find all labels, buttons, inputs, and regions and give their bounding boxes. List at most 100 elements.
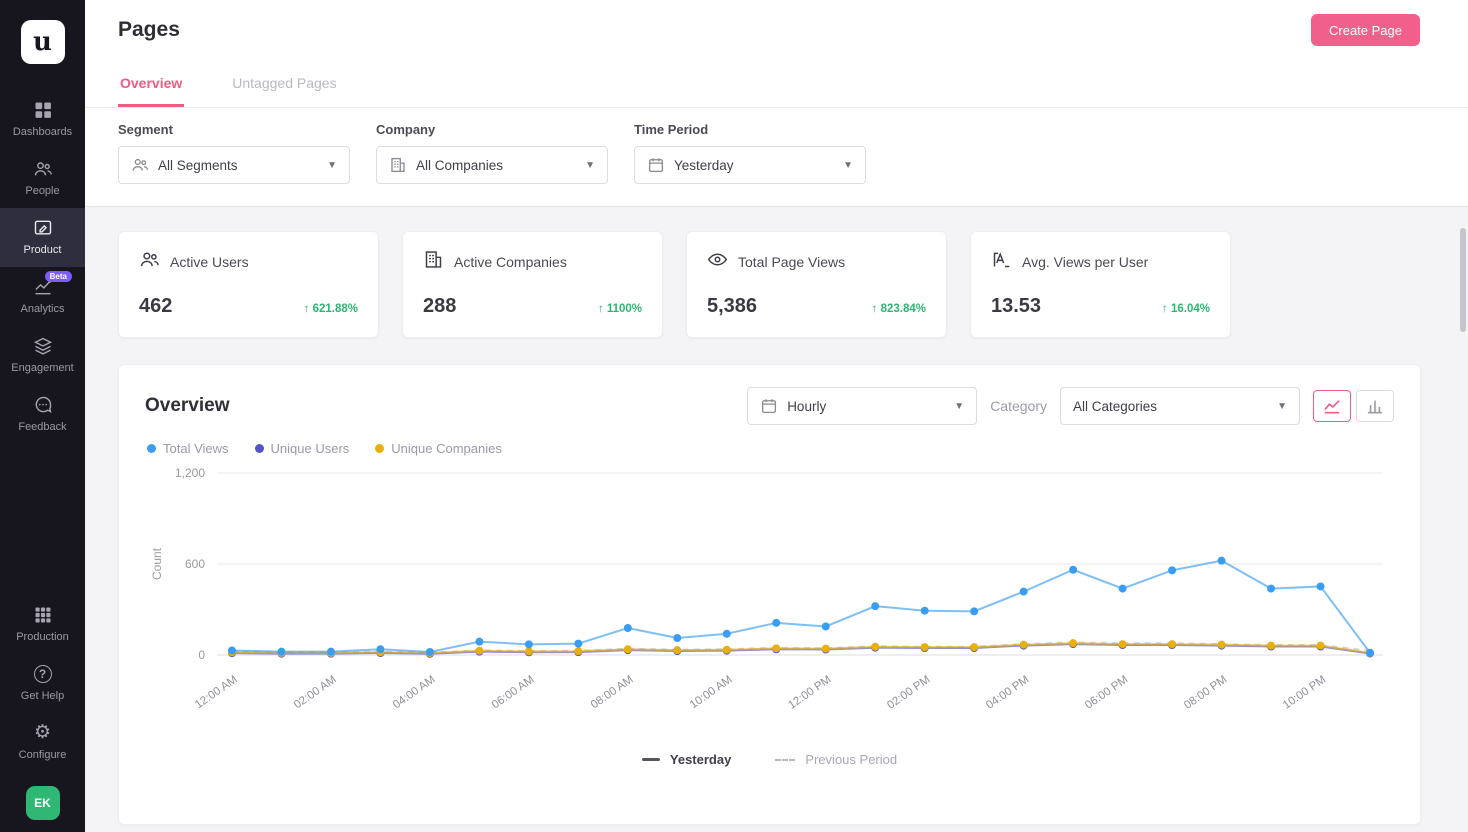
legend-yesterday[interactable]: Yesterday [642, 752, 731, 767]
sidebar-item-label: Dashboards [13, 126, 72, 138]
legend-dot [255, 444, 264, 453]
sidebar-item-dashboards[interactable]: Dashboards [0, 90, 85, 149]
calendar-icon [647, 156, 665, 174]
svg-text:1,200: 1,200 [175, 466, 205, 480]
create-page-button[interactable]: Create Page [1311, 14, 1420, 46]
building-icon [389, 156, 407, 174]
legend-dot [147, 444, 156, 453]
stat-value: 288 [423, 295, 456, 318]
period-legend: Yesterday Previous Period [145, 752, 1394, 767]
engagement-icon [33, 336, 53, 356]
sidebar-item-engagement[interactable]: Engagement [0, 326, 85, 385]
time-period-select[interactable]: Yesterday ▼ [634, 146, 866, 184]
sidebar-bottom-nav: Production ? Get Help ⚙ Configure [0, 595, 85, 772]
sidebar-item-label: People [25, 185, 59, 197]
main-area: Pages Create Page Overview Untagged Page… [85, 0, 1468, 832]
app-logo[interactable]: u [21, 20, 65, 64]
dashed-line-swatch [775, 759, 795, 761]
time-period-value: Yesterday [674, 158, 734, 173]
bar-chart-toggle[interactable] [1356, 390, 1394, 422]
tab-overview[interactable]: Overview [118, 60, 184, 107]
sidebar-item-label: Engagement [11, 362, 73, 374]
avg-views-icon [991, 249, 1012, 275]
legend-previous-period[interactable]: Previous Period [775, 752, 897, 767]
svg-text:10:00 AM: 10:00 AM [688, 674, 735, 712]
dashboards-icon [33, 100, 53, 120]
overview-title: Overview [145, 395, 230, 417]
gear-icon: ⚙ [33, 723, 53, 743]
people-icon [131, 156, 149, 174]
users-icon [139, 249, 160, 275]
sidebar-item-label: Product [24, 244, 62, 256]
svg-text:06:00 PM: 06:00 PM [1083, 674, 1130, 712]
chevron-down-icon: ▼ [327, 160, 337, 171]
up-arrow-icon: ↑ [598, 303, 604, 315]
solid-line-swatch [642, 758, 660, 761]
svg-text:12:00 PM: 12:00 PM [786, 674, 833, 712]
people-icon [33, 159, 53, 179]
sidebar-item-configure[interactable]: ⚙ Configure [0, 713, 85, 772]
category-select[interactable]: All Categories ▼ [1060, 387, 1300, 425]
sidebar-item-production[interactable]: Production [0, 595, 85, 654]
granularity-select[interactable]: Hourly ▼ [747, 387, 977, 425]
stat-value: 5,386 [707, 295, 757, 318]
company-select[interactable]: All Companies ▼ [376, 146, 608, 184]
filter-bar: Segment All Segments ▼ Company All Compa… [85, 108, 1468, 207]
stat-change: ↑ 621.88% [304, 303, 358, 315]
svg-text:0: 0 [198, 648, 205, 662]
up-arrow-icon: ↑ [1162, 303, 1168, 315]
sidebar-item-label: Feedback [18, 421, 66, 433]
chevron-down-icon: ▼ [954, 401, 964, 412]
granularity-value: Hourly [787, 399, 826, 414]
stat-value: 13.53 [991, 295, 1041, 318]
sidebar-item-people[interactable]: People [0, 149, 85, 208]
segment-label: Segment [118, 122, 350, 137]
legend-total-views[interactable]: Total Views [147, 441, 229, 456]
stat-value: 462 [139, 295, 172, 318]
stat-card-total-page-views: Total Page Views 5,386 ↑ 823.84% [686, 231, 947, 338]
sidebar-item-product[interactable]: Product [0, 208, 85, 267]
stat-card-avg-views-per-user: Avg. Views per User 13.53 ↑ 16.04% [970, 231, 1231, 338]
eye-icon [707, 249, 728, 275]
tab-bar: Overview Untagged Pages [85, 60, 1468, 108]
svg-text:600: 600 [185, 557, 205, 571]
company-label: Company [376, 122, 608, 137]
overview-line-chart: 06001,200Count12:00 AM02:00 AM04:00 AM06… [145, 458, 1396, 750]
feedback-icon [33, 395, 53, 415]
sidebar-item-analytics[interactable]: Beta Analytics [0, 267, 85, 326]
stats-row: Active Users 462 ↑ 621.88% Active Compan… [118, 231, 1421, 338]
svg-text:04:00 PM: 04:00 PM [984, 674, 1031, 712]
chevron-down-icon: ▼ [843, 160, 853, 171]
tab-untagged-pages[interactable]: Untagged Pages [230, 60, 338, 107]
stat-title: Active Users [170, 254, 249, 270]
logo-letter: u [33, 27, 52, 57]
legend-unique-users[interactable]: Unique Users [255, 441, 350, 456]
segment-filter: Segment All Segments ▼ [118, 122, 350, 184]
sidebar-item-label: Get Help [21, 690, 64, 702]
chart-legend: Total Views Unique Users Unique Companie… [147, 441, 1394, 456]
svg-text:06:00 AM: 06:00 AM [490, 674, 537, 712]
sidebar-item-get-help[interactable]: ? Get Help [0, 654, 85, 713]
sidebar-item-label: Analytics [20, 303, 64, 315]
segment-select[interactable]: All Segments ▼ [118, 146, 350, 184]
overview-card: Overview Hourly ▼ Category All Categorie… [118, 364, 1421, 825]
page-header: Pages Create Page [85, 0, 1468, 60]
stat-change: ↑ 16.04% [1162, 303, 1210, 315]
product-icon [33, 218, 53, 238]
category-label: Category [990, 398, 1047, 414]
vertical-scrollbar[interactable] [1460, 228, 1466, 332]
legend-unique-companies[interactable]: Unique Companies [375, 441, 502, 456]
calendar-icon [760, 397, 778, 415]
segment-value: All Segments [158, 158, 238, 173]
building-icon [423, 249, 444, 275]
user-avatar[interactable]: EK [26, 786, 60, 820]
chevron-down-icon: ▼ [1277, 401, 1287, 412]
sidebar-item-feedback[interactable]: Feedback [0, 385, 85, 444]
sidebar: u Dashboards People Product Beta [0, 0, 85, 832]
beta-badge: Beta [45, 271, 72, 282]
line-chart-toggle[interactable] [1313, 390, 1351, 422]
up-arrow-icon: ↑ [872, 303, 878, 315]
sidebar-item-label: Production [16, 631, 69, 643]
up-arrow-icon: ↑ [304, 303, 310, 315]
svg-text:Count: Count [150, 547, 164, 580]
